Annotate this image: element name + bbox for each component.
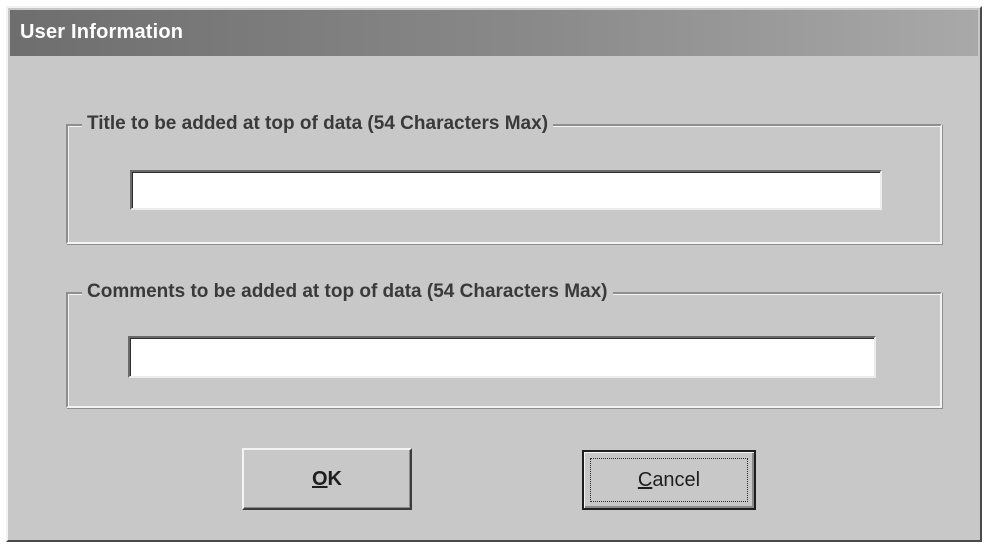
- dialog-title: User Information: [20, 21, 184, 43]
- title-input[interactable]: [130, 170, 882, 210]
- cancel-button[interactable]: Cancel: [582, 450, 756, 510]
- dialog-titlebar[interactable]: User Information: [10, 10, 978, 56]
- comments-group-label: Comments to be added at top of data (54 …: [82, 278, 613, 306]
- ok-button-accelerator: O: [311, 467, 328, 490]
- user-information-dialog: User Information Title to be added at to…: [6, 6, 982, 542]
- ok-button-label-rest: K: [327, 467, 342, 490]
- cancel-button-label-rest: ancel: [652, 468, 701, 491]
- title-group-label: Title to be added at top of data (54 Cha…: [82, 110, 554, 138]
- comments-input[interactable]: [128, 336, 876, 378]
- ok-button[interactable]: OK: [242, 448, 412, 510]
- cancel-button-accelerator: C: [637, 468, 653, 491]
